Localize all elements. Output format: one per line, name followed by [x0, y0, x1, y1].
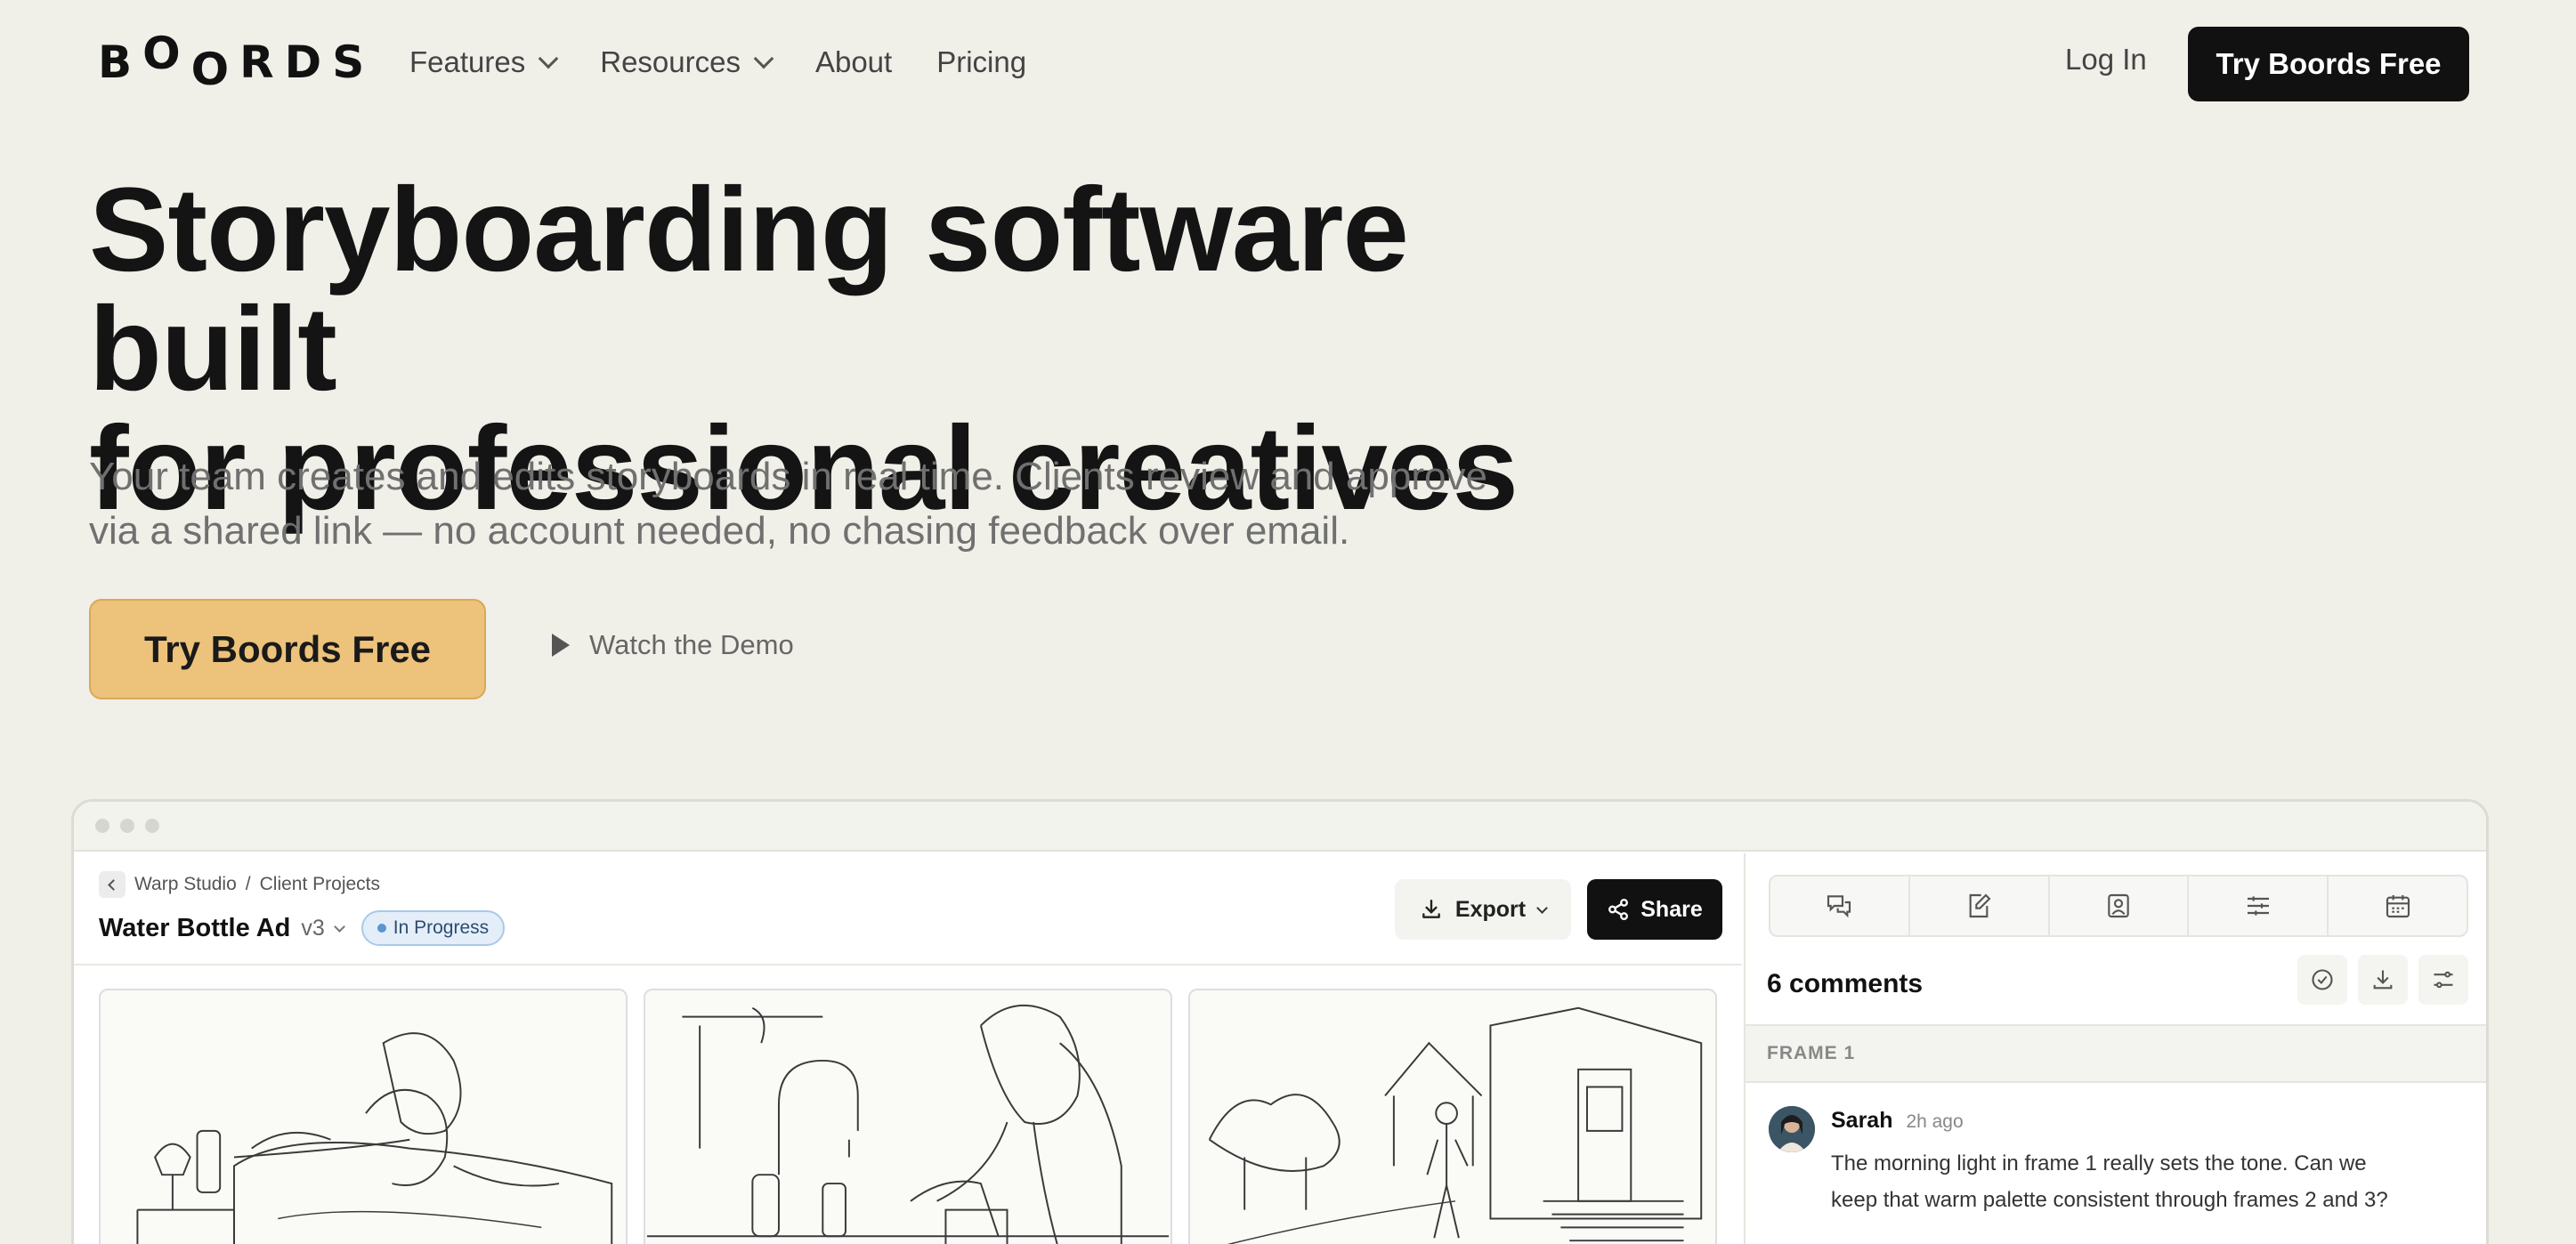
- nav-link-label: About: [814, 45, 893, 78]
- storyboard-frame[interactable]: [99, 989, 628, 1244]
- logo-letter: B: [98, 36, 138, 88]
- window-titlebar: [74, 802, 2486, 852]
- nav-links: Features Resources About Pricing: [409, 39, 1071, 85]
- sketch-bedroom-image: [136, 1032, 613, 1244]
- filter-comments-button[interactable]: [2418, 955, 2468, 1005]
- sketch-kitchen-image: [646, 1004, 1170, 1244]
- comment-author: Sarah: [1831, 1108, 1893, 1133]
- comment-author-line: Sarah 2h ago: [1831, 1108, 1964, 1134]
- comments-icon: [1827, 895, 1851, 918]
- window-dot: [145, 819, 159, 833]
- hero-subtitle: Your team creates and edits storyboards …: [89, 449, 1513, 558]
- boords-logo[interactable]: B O O R D S: [98, 28, 370, 95]
- project-name[interactable]: Water Bottle Ad: [99, 914, 290, 943]
- version-selector[interactable]: v3: [301, 916, 324, 941]
- hero-subtitle-line: Your team creates and edits storyboards …: [89, 455, 1487, 498]
- nav-link-label: Features: [409, 45, 526, 78]
- edit-icon: [1969, 893, 1991, 918]
- export-label: Export: [1454, 896, 1527, 922]
- comment-text-line: The morning light in frame 1 really sets…: [1831, 1151, 2367, 1175]
- status-dot-icon: [377, 924, 386, 933]
- nav-try-free-button[interactable]: Try Boords Free: [2188, 27, 2469, 101]
- nav-link-features[interactable]: Features: [409, 45, 559, 79]
- logo-letter: D: [284, 36, 328, 88]
- status-label: In Progress: [393, 917, 490, 938]
- comment-text-line: keep that warm palette consistent throug…: [1831, 1188, 2388, 1212]
- share-icon: [1608, 898, 1629, 921]
- nav-link-resources[interactable]: Resources: [600, 45, 774, 79]
- comment-timestamp: 2h ago: [1906, 1111, 1964, 1132]
- storyboard-toolbar: Warp Studio / Client Projects Water Bott…: [74, 853, 1742, 965]
- sketch-house-exterior-image: [1208, 1006, 1703, 1244]
- download-icon: [1422, 900, 1440, 918]
- breadcrumb-separator: /: [245, 874, 251, 894]
- resolve-button[interactable]: [2297, 955, 2347, 1005]
- chevron-down-icon: [1536, 901, 1548, 914]
- avatar: [1769, 1106, 1815, 1152]
- calendar-icon: [2386, 895, 2410, 918]
- comments-sidebar: 6 comments FRAME 1 Sarah 2h ago The morn…: [1744, 853, 2486, 1244]
- share-label: Share: [1640, 896, 1703, 922]
- chevron-down-icon: [753, 48, 774, 69]
- image-icon: [2108, 893, 2129, 918]
- tab-calendar[interactable]: [2329, 876, 2467, 935]
- chevron-down-icon[interactable]: [333, 920, 345, 933]
- breadcrumb-folder[interactable]: Client Projects: [260, 874, 380, 895]
- frame-group-label: FRAME 1: [1746, 1024, 2486, 1083]
- top-nav: B O O R D S Features Resources About Pri…: [0, 0, 2576, 126]
- back-button[interactable]: [99, 871, 126, 898]
- check-circle-icon: [2312, 969, 2333, 990]
- watch-demo-button[interactable]: Watch the Demo: [552, 629, 794, 661]
- download-comments-button[interactable]: [2358, 955, 2408, 1005]
- logo-letter: S: [332, 36, 370, 88]
- download-icon: [2373, 970, 2393, 990]
- status-badge[interactable]: In Progress: [360, 910, 506, 946]
- settings-sliders-icon: [2247, 896, 2269, 916]
- nav-link-about[interactable]: About: [815, 45, 892, 79]
- logo-letter: R: [239, 36, 279, 88]
- tab-settings[interactable]: [2189, 876, 2329, 935]
- window-dot: [95, 819, 109, 833]
- storyboard-pane: Warp Studio / Client Projects Water Bott…: [74, 853, 1742, 1244]
- project-header: Water Bottle Ad v3 In Progress: [99, 910, 506, 946]
- nav-link-label: Resources: [600, 45, 741, 78]
- filter-icon: [2434, 971, 2453, 989]
- export-button[interactable]: Export: [1395, 879, 1571, 940]
- tab-image[interactable]: [2050, 876, 2190, 935]
- chevron-left-icon: [108, 878, 119, 891]
- hero-subtitle-line: via a shared link — no account needed, n…: [89, 509, 1350, 553]
- login-link[interactable]: Log In: [2065, 43, 2147, 77]
- breadcrumb-workspace[interactable]: Warp Studio: [134, 874, 237, 895]
- storyboard-frames: [99, 989, 1717, 1244]
- hero-title-line: Storyboarding software built: [89, 164, 1409, 416]
- sidebar-tabs: [1769, 875, 2468, 937]
- comment-text: The morning light in frame 1 really sets…: [1831, 1145, 2454, 1218]
- storyboard-frame[interactable]: [1188, 989, 1717, 1244]
- watch-demo-label: Watch the Demo: [589, 629, 794, 660]
- logo-letter: O: [190, 44, 235, 95]
- comments-actions: [2297, 955, 2468, 1005]
- storyboard-frame[interactable]: [644, 989, 1172, 1244]
- tab-edit[interactable]: [1910, 876, 2050, 935]
- nav-link-pricing[interactable]: Pricing: [936, 45, 1026, 79]
- logo-letter: O: [142, 28, 186, 79]
- nav-link-label: Pricing: [936, 45, 1027, 78]
- share-button[interactable]: Share: [1587, 879, 1722, 940]
- play-icon: [552, 634, 570, 657]
- comments-count: 6 comments: [1767, 969, 1924, 998]
- app-preview-window: Warp Studio / Client Projects Water Bott…: [71, 799, 2489, 1244]
- window-dot: [120, 819, 134, 833]
- tab-comments[interactable]: [1770, 876, 1910, 935]
- breadcrumb: Warp Studio / Client Projects: [99, 871, 380, 898]
- chevron-down-icon: [538, 48, 559, 69]
- hero-try-free-button[interactable]: Try Boords Free: [89, 599, 486, 699]
